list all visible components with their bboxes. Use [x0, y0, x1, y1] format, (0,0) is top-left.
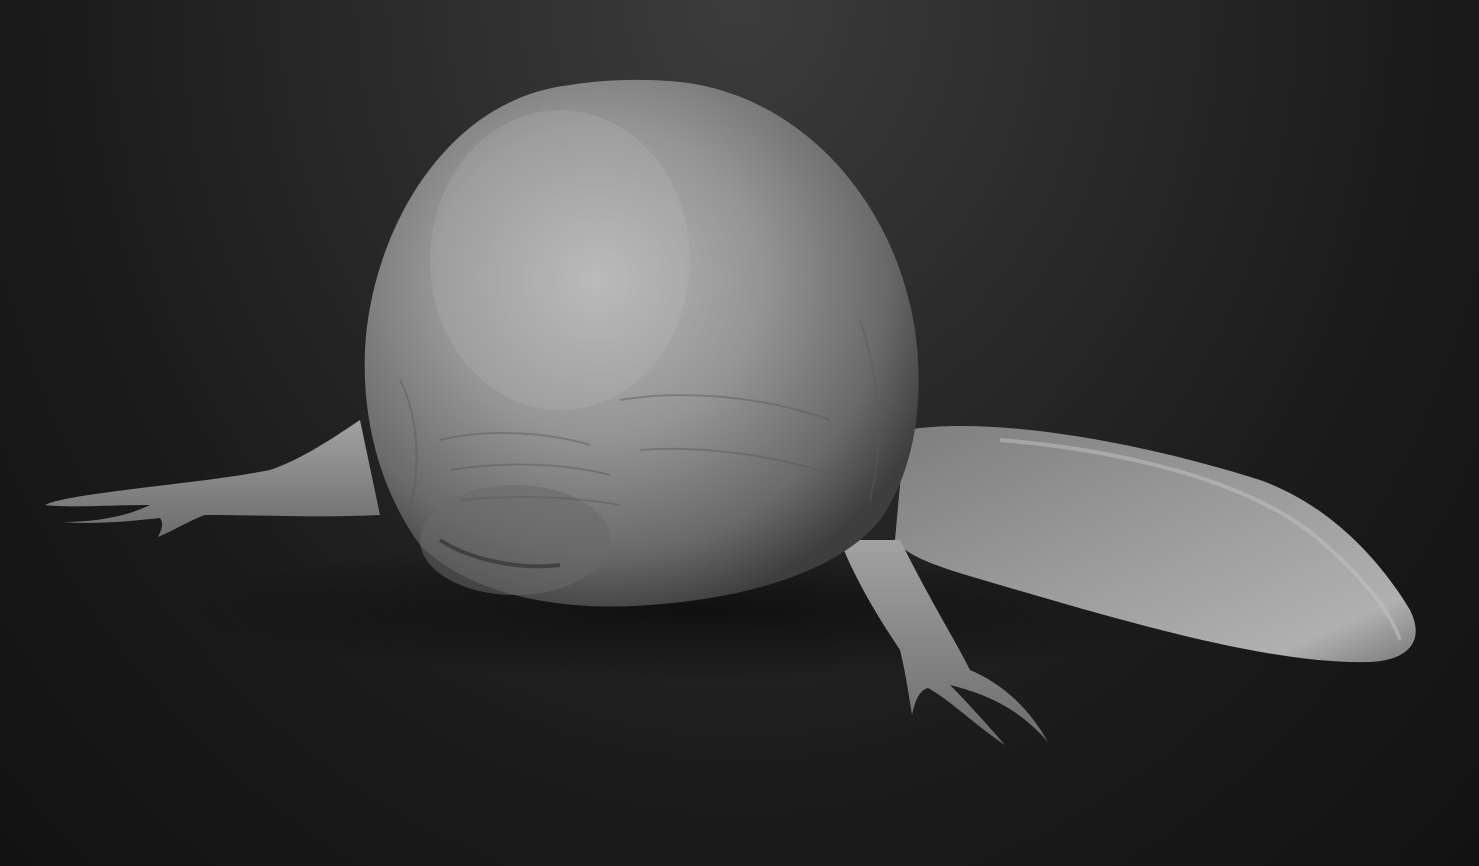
creature-left-arm	[45, 420, 380, 537]
creature-render	[45, 79, 1416, 745]
creature-snout	[420, 485, 610, 595]
body-highlight	[430, 110, 690, 410]
render-viewport	[0, 0, 1479, 866]
